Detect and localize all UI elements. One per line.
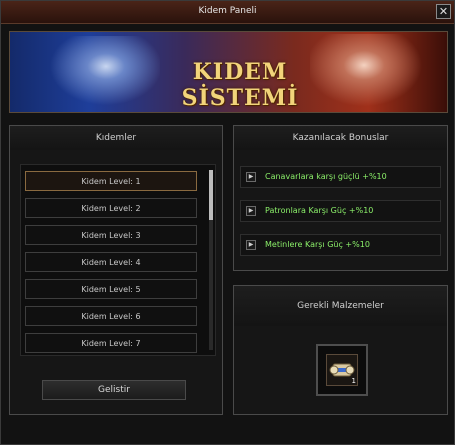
level-item-5[interactable]: Kidem Level: 5 [25,279,197,299]
bonus-item: ▶ Metinlere Karşı Güç +%10 [240,234,441,256]
level-list-scrollbar[interactable] [209,170,213,350]
title-bar[interactable]: Kidem Paneli ✕ [1,1,454,24]
levels-panel: Kıdemler Kidem Level: 1 Kidem Level: 2 K… [9,125,223,415]
materials-header: Gerekli Malzemeler [234,286,447,326]
play-arrow-icon: ▶ [246,240,256,250]
level-list: Kidem Level: 1 Kidem Level: 2 Kidem Leve… [20,164,216,356]
levels-header: Kıdemler [10,126,222,150]
material-count: 1 [351,377,356,385]
materials-panel: Gerekli Malzemeler 1 [233,285,448,415]
close-button[interactable]: ✕ [436,4,451,19]
upgrade-button[interactable]: Gelistir [42,380,186,400]
window-title: Kidem Paneli [198,6,257,16]
banner: KIDEM SİSTEMİ [9,31,448,113]
bonuses-header: Kazanılacak Bonuslar [234,126,447,150]
bonus-item: ▶ Canavarlara karşı güçlü +%10 [240,166,441,188]
banner-hero-left-image [40,36,160,112]
bonuses-panel: Kazanılacak Bonuslar ▶ Canavarlara karşı… [233,125,448,271]
kidem-window: Kidem Paneli ✕ KIDEM SİSTEMİ Kıdemler Ki… [0,0,455,445]
level-item-4[interactable]: Kidem Level: 4 [25,252,197,272]
level-item-3[interactable]: Kidem Level: 3 [25,225,197,245]
material-item[interactable]: 1 [326,354,358,386]
bonus-label: Metinlere Karşı Güç +%10 [265,240,370,249]
bonus-label: Canavarlara karşı güçlü +%10 [265,172,387,181]
banner-title: KIDEM SİSTEMİ [181,59,299,111]
level-item-1[interactable]: Kidem Level: 1 [25,171,197,191]
play-arrow-icon: ▶ [246,172,256,182]
level-item-6[interactable]: Kidem Level: 6 [25,306,197,326]
close-icon: ✕ [438,5,449,18]
scrollbar-thumb[interactable] [209,170,213,220]
bonus-item: ▶ Patronlara Karşı Güç +%10 [240,200,441,222]
level-item-2[interactable]: Kidem Level: 2 [25,198,197,218]
bonus-label: Patronlara Karşı Güç +%10 [265,206,374,215]
play-arrow-icon: ▶ [246,206,256,216]
material-slot[interactable]: 1 [316,344,368,396]
level-item-7[interactable]: Kidem Level: 7 [25,333,197,353]
